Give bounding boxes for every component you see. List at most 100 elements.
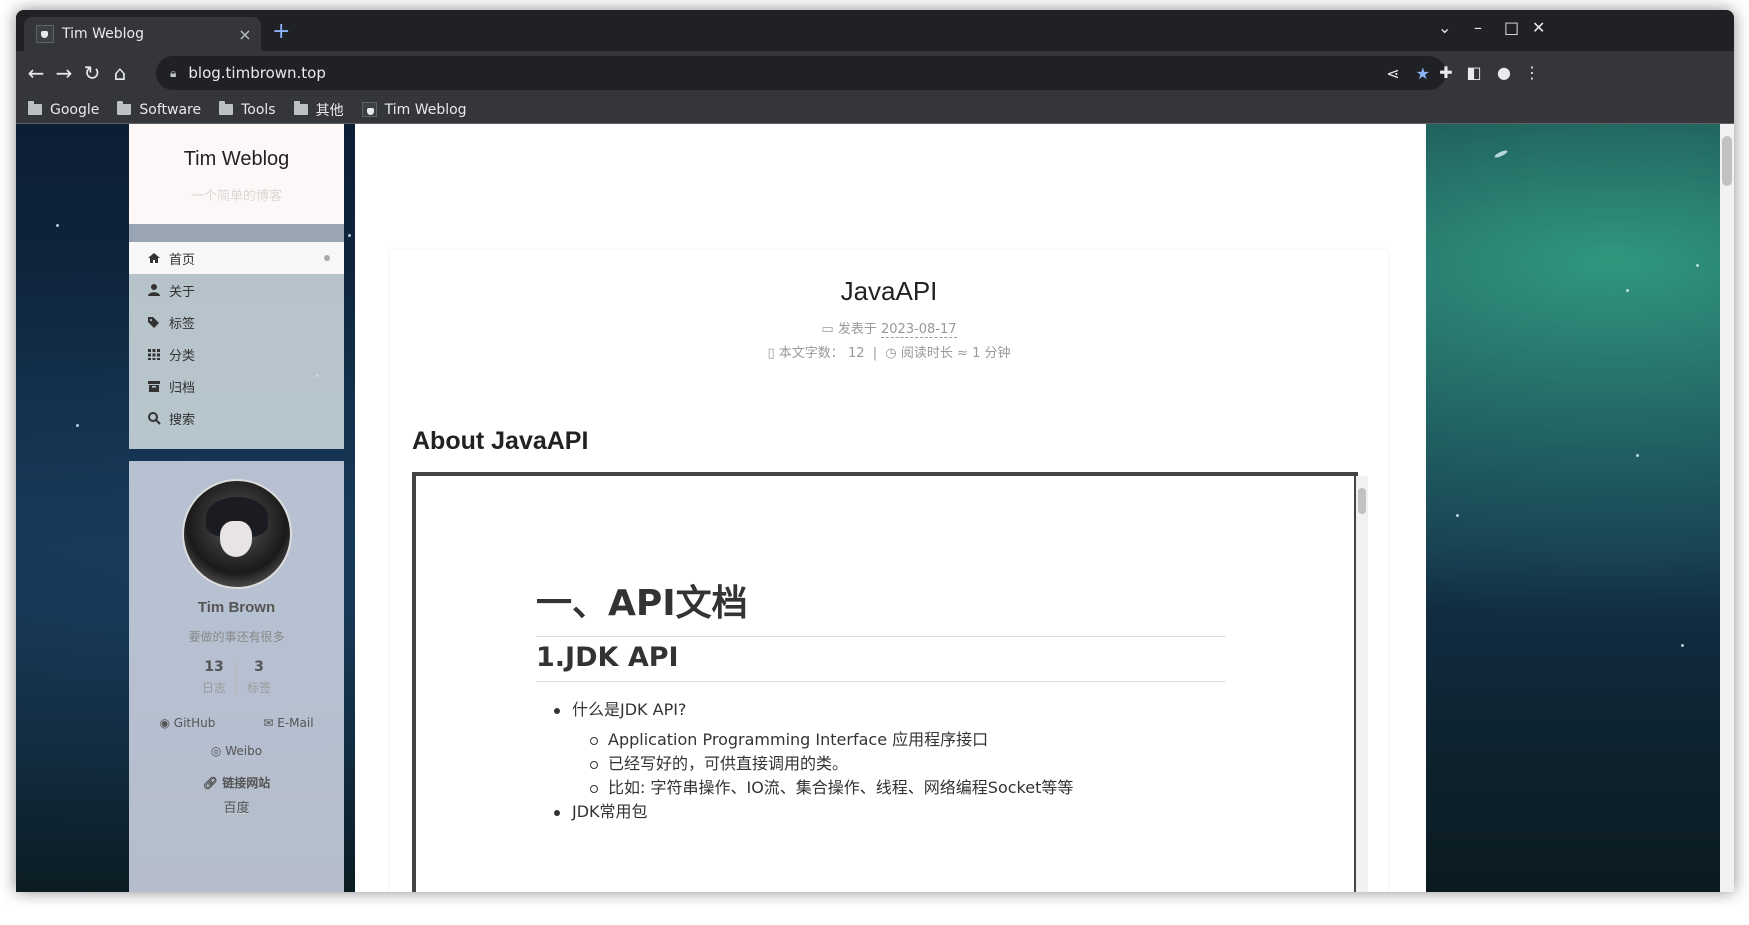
menu-spacer: [129, 224, 344, 242]
address-bar[interactable]: 🔒︎ blog.timbrown.top ⋖ ★: [156, 56, 1446, 90]
avatar: [181, 479, 292, 589]
author-name: Tim Brown: [197, 599, 276, 616]
bookmark-software[interactable]: Software: [117, 101, 201, 118]
list-item: JDK常用包: [553, 800, 1073, 824]
posts-count: 13: [204, 659, 224, 675]
site-favicon-icon: [36, 25, 54, 43]
home-button-icon[interactable]: ⌂: [108, 61, 132, 85]
avatar-face: [219, 521, 252, 557]
folder-icon: [28, 101, 42, 115]
list-item: 已经写好的，可供直接调用的类。: [589, 752, 1073, 776]
list-item: 比如: 字符串操作、IO流、集合操作、线程、网络编程Socket等等: [589, 776, 1073, 800]
browser-tab[interactable]: Tim Weblog ×: [24, 17, 261, 51]
tags-icon: [147, 315, 161, 329]
share-icon[interactable]: ⋖: [1386, 64, 1399, 83]
sidebar-item-label: 分类: [169, 348, 196, 364]
folder-icon: [117, 101, 132, 115]
tab-search-chevron-icon[interactable]: ⌄: [1438, 18, 1451, 37]
site-favicon-icon: [361, 102, 377, 117]
profile-avatar-icon[interactable]: ●: [1492, 61, 1516, 85]
bookmark-tools[interactable]: Tools: [219, 101, 276, 118]
embedded-document-frame[interactable]: 一、API文档 1.JDK API 什么是JDK API? Applicatio…: [412, 472, 1358, 892]
social-links: ◉ GitHub ✉ E-Mail: [129, 716, 344, 730]
tags-count: 3: [254, 659, 264, 675]
sidebar-item-label: 归档: [169, 380, 196, 396]
stat-tags[interactable]: 3 标签: [236, 659, 281, 696]
sidebar-item-label: 搜索: [169, 412, 196, 428]
sidebar-item-search[interactable]: 搜索: [129, 402, 344, 434]
folder-icon: [219, 101, 234, 115]
lock-icon[interactable]: 🔒︎: [170, 66, 176, 81]
page-scrollbar[interactable]: [1720, 124, 1734, 892]
calendar-icon: ▭: [821, 322, 834, 337]
reading-time: 1 分钟: [972, 346, 1011, 361]
new-tab-button[interactable]: +: [272, 21, 290, 43]
envelope-icon: ✉: [263, 716, 274, 730]
user-icon: [147, 283, 161, 297]
post-meta-date: ▭ 发表于 2023-08-17: [390, 318, 1388, 338]
meta-separator: |: [872, 346, 878, 361]
maximize-icon[interactable]: □: [1504, 18, 1519, 37]
list-item: 什么是JDK API?: [553, 698, 1073, 722]
sidebar-item-tags[interactable]: 标签: [129, 306, 344, 338]
file-word-icon: ▯: [767, 346, 775, 361]
bookmark-star-icon[interactable]: ★: [1416, 64, 1430, 83]
sidebar-item-home[interactable]: 首页: [129, 242, 344, 274]
embedded-scrollbar[interactable]: [1356, 476, 1368, 892]
post-title[interactable]: JavaAPI: [390, 276, 1388, 307]
close-window-icon[interactable]: ✕: [1532, 18, 1545, 37]
active-indicator-dot: [324, 255, 330, 261]
extensions-puzzle-icon[interactable]: ✚: [1434, 61, 1458, 85]
site-subtitle: 一个简单的博客: [190, 189, 282, 204]
folder-icon: [293, 101, 308, 115]
tab-close-icon[interactable]: ×: [235, 25, 255, 44]
post-card: JavaAPI ▭ 发表于 2023-08-17 ▯ 本文字数： 12 | ◷ …: [390, 250, 1388, 892]
menu-kebab-icon[interactable]: ⋮: [1520, 61, 1544, 85]
github-link[interactable]: ◉ GitHub: [159, 716, 215, 730]
link-icon: 🔗︎: [202, 776, 219, 790]
post-heading: About JavaAPI: [412, 427, 589, 455]
friend-links-title: 🔗︎ 链接网站: [202, 776, 271, 790]
wordcount-value: 12: [847, 346, 865, 361]
author-description: 要做的事还有很多: [188, 630, 285, 644]
tags-label: 标签: [247, 681, 272, 695]
sidebar-item-label: 首页: [169, 252, 196, 268]
sidebar-item-archives[interactable]: 归档: [129, 370, 344, 402]
bookmark-google[interactable]: Google: [28, 101, 99, 118]
side-panel-icon[interactable]: ◧: [1462, 61, 1486, 85]
site-title[interactable]: Tim Weblog: [129, 124, 344, 171]
sidebar-item-about[interactable]: 关于: [129, 274, 344, 306]
url-text[interactable]: blog.timbrown.top: [188, 64, 1386, 82]
site-brand: Tim Weblog 一个简单的博客: [129, 124, 344, 224]
page-scroll-thumb[interactable]: [1722, 136, 1732, 186]
list-item: Application Programming Interface 应用程序接口: [589, 728, 1073, 752]
reload-icon[interactable]: ↻: [80, 61, 104, 85]
sidebar-item-categories[interactable]: 分类: [129, 338, 344, 370]
tab-strip: Tim Weblog × + ⌄ – □ ✕: [16, 10, 1734, 51]
bookmark-tim-weblog[interactable]: Tim Weblog: [361, 102, 467, 118]
back-arrow-icon[interactable]: ←: [24, 61, 48, 85]
bookmark-other[interactable]: 其他: [293, 100, 344, 120]
doc-heading-2: 1.JDK API: [536, 642, 1226, 682]
sidebar-menu: 首页 关于 标签 分类 归档 搜索: [129, 242, 344, 449]
posted-label: 发表于: [837, 322, 877, 337]
home-icon: [147, 251, 161, 265]
friend-link-baidu[interactable]: 百度: [129, 797, 344, 816]
doc-heading-1: 一、API文档: [536, 574, 1226, 637]
page-viewport: Tim Weblog 一个简单的博客 首页 关于 标签 分类 归档 搜索 Tim…: [16, 124, 1734, 892]
tab-title: Tim Weblog: [62, 26, 144, 42]
clock-icon: ◷: [885, 346, 897, 361]
weibo-icon: ◎: [210, 744, 222, 758]
minimize-icon[interactable]: –: [1474, 18, 1482, 37]
email-link[interactable]: ✉ E-Mail: [263, 716, 313, 730]
author-stats: 13 日志 3 标签: [129, 659, 344, 696]
embedded-scroll-thumb[interactable]: [1358, 488, 1366, 514]
main-content: JavaAPI ▭ 发表于 2023-08-17 ▯ 本文字数： 12 | ◷ …: [355, 124, 1426, 892]
archive-icon: [147, 379, 161, 393]
weibo-link[interactable]: ◎ Weibo: [129, 744, 344, 758]
bookmarks-bar: Google Software Tools 其他 Tim Weblog: [16, 96, 1734, 124]
forward-arrow-icon[interactable]: →: [52, 61, 76, 85]
sidebar-item-label: 关于: [169, 284, 196, 300]
stat-posts[interactable]: 13 日志: [192, 659, 236, 696]
browser-toolbar: ← → ↻ ⌂ 🔒︎ blog.timbrown.top ⋖ ★ ✚ ◧ ● ⋮: [16, 51, 1734, 96]
